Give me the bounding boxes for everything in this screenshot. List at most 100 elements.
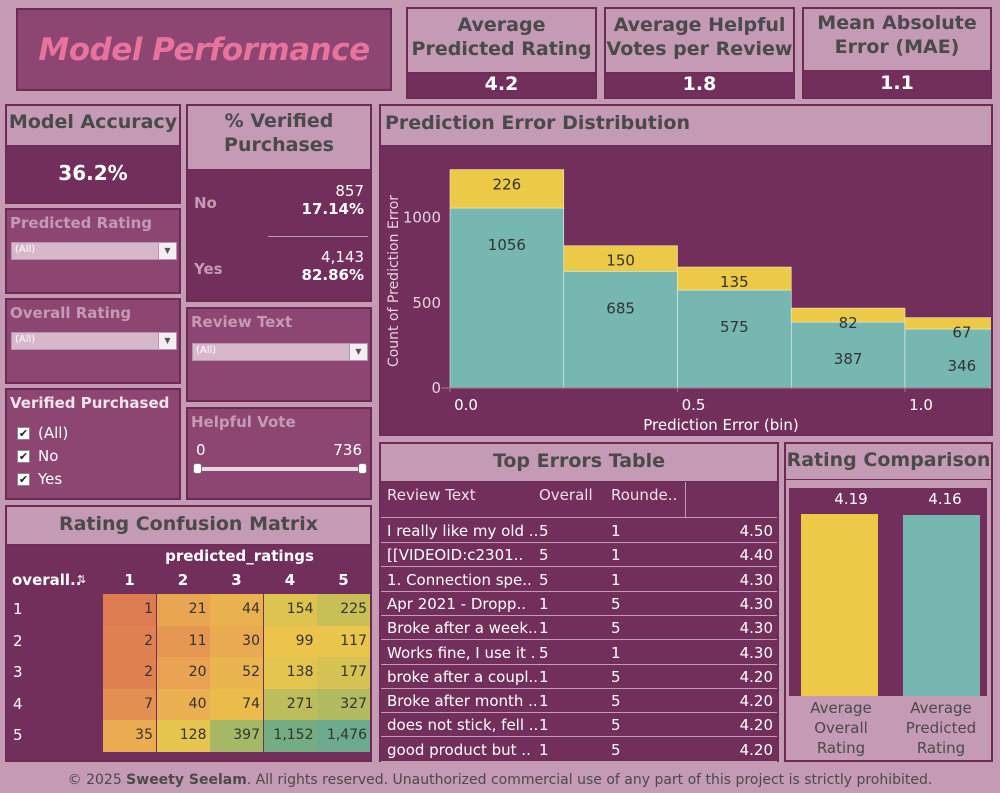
verified-row-count: 4,143	[321, 248, 364, 266]
matrix-col-label: 4	[284, 571, 296, 589]
matrix-cell: 21	[156, 594, 210, 626]
rating-comparison-body: 4.19 4.16 Average Overall Rating Average…	[786, 480, 991, 760]
y-axis-label: Count of Prediction Error	[386, 195, 402, 367]
bar-value-predicted: 4.16	[928, 490, 962, 508]
cell-text: broke after a coupl..	[387, 667, 537, 686]
filter-label: Overall Rating	[10, 304, 132, 322]
cell-error-value: 4.30	[739, 643, 773, 662]
matrix-row-label: 3	[13, 663, 23, 681]
chevron-down-icon: ▼	[158, 333, 176, 349]
cell-overall: 5	[539, 522, 549, 540]
bar-label: 387	[834, 350, 863, 368]
filter-label: Predicted Rating	[10, 214, 153, 232]
matrix-cell: 1,476	[317, 720, 370, 752]
cell-error-value: 4.20	[739, 667, 773, 686]
table-row[interactable]: good product but .. 1 5 4.20	[381, 738, 777, 762]
check-icon: ✔	[17, 472, 30, 486]
helpful-vote-slider-track[interactable]	[198, 467, 362, 471]
y-tick-label: 1000	[403, 209, 441, 227]
bar-label: 67	[952, 324, 971, 342]
prediction-error-histogram: 1056226685150575135387823466723848176321…	[386, 169, 991, 434]
bar-label-overall: Average Overall Rating	[810, 699, 872, 757]
y-tick-label: 0	[431, 379, 441, 397]
sort-icon[interactable]: ⇅	[77, 573, 86, 586]
bar-label: 82	[839, 314, 858, 332]
matrix-cell: 20	[156, 657, 210, 689]
bar-label-predicted: Average Predicted Rating	[905, 699, 977, 757]
cell-error-value: 4.30	[739, 570, 773, 589]
check-icon: ✔	[17, 426, 30, 440]
x-axis-label: Prediction Error (bin)	[643, 416, 799, 434]
matrix-col-label: 1	[124, 571, 135, 589]
table-row[interactable]: Apr 2021 - Dropp.. 1 5 4.30	[381, 592, 777, 616]
dropdown-value: (All)	[196, 345, 217, 356]
table-row[interactable]: broke after a coupl.. 1 5 4.20	[381, 665, 777, 689]
bar-label: 150	[606, 252, 635, 270]
table-row[interactable]: Broke after month .. 1 5 4.20	[381, 689, 777, 714]
cell-rounded: 5	[611, 716, 621, 735]
cell-overall: 1	[539, 594, 549, 613]
cell-text: good product but ..	[387, 740, 531, 759]
checkbox-no[interactable]: ✔ No	[17, 447, 58, 465]
matrix-cell: 1	[103, 594, 156, 626]
slider-max-handle[interactable]	[358, 463, 367, 474]
cell-rounded: 5	[611, 740, 621, 759]
filter-label: Helpful Vote	[191, 413, 296, 431]
bar-value-overall: 4.19	[834, 490, 868, 508]
cell-error-value: 4.20	[739, 740, 773, 759]
kpi-value: 1.1	[880, 72, 914, 94]
verified-row-pct: 82.86%	[301, 266, 364, 284]
footer-suffix: . All rights reserved. Unauthorized comm…	[246, 772, 933, 788]
matrix-col-label: 2	[177, 571, 189, 589]
matrix-cell: 225	[317, 594, 370, 626]
cell-text: I really like my old ..	[387, 522, 537, 540]
col-header-overall[interactable]: Overall	[539, 486, 593, 504]
x-tick-label: 1.0	[909, 396, 933, 414]
review-text-dropdown[interactable]: (All) ▼	[192, 343, 368, 361]
slider-min-handle[interactable]	[193, 463, 202, 474]
matrix-cell: 40	[156, 688, 210, 720]
kpi-value: 4.2	[484, 73, 519, 95]
table-row[interactable]: [[VIDEOID:c2301.. 5 1 4.40	[381, 543, 777, 568]
matrix-cell: 2	[103, 625, 156, 657]
table-row[interactable]: I really like my old .. 5 1 4.50	[381, 519, 777, 543]
model-accuracy-card: Model Accuracy 36.2%	[5, 104, 181, 204]
dropdown-value: (All)	[15, 334, 36, 345]
overall-rating-dropdown[interactable]: (All) ▼	[11, 332, 177, 350]
dashboard-title: Model Performance	[16, 8, 392, 91]
prediction-error-chart-panel: Prediction Error Distribution 1056 226 685…	[379, 104, 993, 436]
table-row[interactable]: does not stick, fell .. 1 5 4.20	[381, 713, 777, 738]
matrix-cell: 2	[103, 657, 156, 689]
matrix-cell: 99	[263, 625, 317, 657]
cell-overall: 1	[539, 716, 549, 735]
cell-text: does not stick, fell ..	[387, 716, 537, 735]
check-icon: ✔	[17, 449, 30, 463]
bar-average-predicted-rating	[903, 515, 980, 696]
accuracy-label: Model Accuracy	[7, 106, 179, 146]
cell-overall: 5	[539, 570, 549, 589]
kpi-label: Average Helpful Votes per Review	[606, 9, 793, 73]
histogram-bar-correct	[563, 270, 678, 389]
cell-overall: 1	[539, 619, 549, 638]
table-row[interactable]: Works fine, I use it .. 5 1 4.30	[381, 641, 777, 665]
col-header-review-text[interactable]: Review Text	[387, 486, 476, 504]
histogram-bar-correct	[677, 289, 792, 389]
table-header: Top Errors Table	[381, 444, 777, 482]
kpi-value: 1.8	[682, 73, 717, 95]
kpi-label: Average Predicted Rating	[408, 9, 595, 73]
table-row[interactable]: 1. Connection spe.. 5 1 4.30	[381, 568, 777, 592]
checkbox-yes[interactable]: ✔ Yes	[17, 470, 62, 488]
cell-error-value: 4.30	[739, 619, 773, 638]
predicted-rating-dropdown[interactable]: (All) ▼	[11, 242, 177, 260]
cell-rounded: 5	[611, 667, 621, 686]
matrix-cell: 52	[210, 657, 263, 689]
table-row[interactable]: Broke after a week.. 1 5 4.30	[381, 616, 777, 641]
top-errors-table-panel: Top Errors Table Review Text Overall Rou…	[379, 442, 779, 762]
matrix-body: 1 1 21 44 154 225 2 2 11 30 99 117 3 2 20 52 138 177 4 7 40 7…	[7, 594, 370, 754]
col-header-rounded[interactable]: Rounde..	[611, 486, 677, 504]
matrix-cell: 7	[103, 688, 156, 720]
accuracy-value: 36.2%	[58, 161, 128, 185]
verified-row-label: No	[194, 194, 217, 212]
checkbox-all[interactable]: ✔ (All)	[17, 424, 68, 442]
footer-prefix: © 2025	[67, 772, 127, 788]
